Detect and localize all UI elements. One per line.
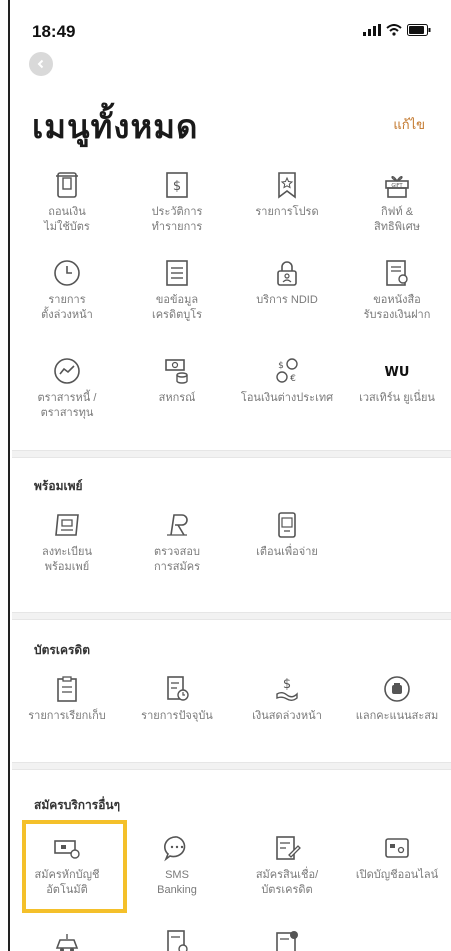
menu-item-label: ถอนเงิน ไม่ใช้บัตร [44, 206, 90, 233]
western-union-logo-text: WU [385, 365, 410, 380]
menu-item-loan-application[interactable]: สมัครสินเชื่อ/ บัตรเครดิต [232, 833, 342, 898]
menu-item-label: แลกคะแนนสะสม [355, 710, 439, 722]
section-title-credit-card: บัตรเครดิต [34, 643, 91, 657]
gift-icon: GIFT [385, 175, 409, 198]
section-divider [12, 762, 451, 770]
document-clock-icon [167, 930, 188, 951]
car-icon [55, 934, 79, 951]
menu-item-favorites[interactable]: รายการโปรด [232, 170, 342, 220]
menu-item-label: ขอหนังสือ รับรองเงินฝาก [363, 294, 431, 321]
menu-item-cardless-withdraw[interactable]: ถอนเงิน ไม่ใช้บัตร [12, 170, 122, 235]
section-divider [12, 612, 451, 620]
status-time: 18:49 [32, 22, 76, 41]
menu-item-promptpay-check[interactable]: ตรวจสอบ การสมัคร [122, 510, 232, 575]
menu-item-redeem-points[interactable]: แลกคะแนนสะสม [342, 674, 451, 724]
promptpay-register-icon [55, 514, 79, 536]
menu-item-label: เงินสดล่วงหน้า [252, 710, 322, 722]
app-screen: 18:49 เมนูทั้งหมด แก้ไข ถอนเงิน ไม่ใช้บั… [12, 0, 451, 951]
battery-icon [407, 24, 431, 36]
menu-item-label: รายการเรียกเก็บ [28, 710, 106, 722]
svg-text:€: € [290, 374, 296, 384]
clock-icon [54, 260, 80, 286]
western-union-icon: WU [385, 365, 410, 380]
menu-item-label: ตราสารหนี้ / ตราสารทุน [37, 392, 97, 419]
menu-item-label: ประวัติการ ทำรายการ [151, 206, 203, 233]
menu-item-open-account-online[interactable]: เปิดบัญชีออนไลน์ [342, 833, 451, 883]
atm-card-icon [56, 172, 78, 198]
signal-icon [363, 24, 381, 36]
current-statement-icon [167, 676, 189, 701]
wifi-icon [386, 24, 402, 36]
status-icons [363, 24, 431, 36]
redeem-points-icon [384, 676, 410, 702]
menu-item-sms-banking[interactable]: SMS Banking [122, 833, 232, 898]
svg-text:GIFT: GIFT [391, 183, 403, 189]
menu-item-label: ลงทะเบียน พร้อมเพย์ [42, 546, 92, 573]
menu-item-scheduled[interactable]: รายการ ตั้งล่วงหน้า [12, 258, 122, 323]
id-lock-icon [277, 261, 297, 286]
loan-apply-icon [276, 836, 301, 860]
menu-item-label: สหกรณ์ [158, 392, 196, 404]
menu-item-label: เวสเทิร์น ยูเนี่ยน [359, 392, 435, 404]
menu-item-label: รายการปัจจุบัน [141, 710, 213, 722]
promptpay-check-icon [167, 514, 188, 536]
menu-item-bonds-equities[interactable]: ตราสารหนี้ / ตราสารทุน [12, 356, 122, 421]
menu-item-current-transactions[interactable]: รายการปัจจุบัน [122, 674, 232, 724]
document-gear-icon [276, 931, 298, 951]
sms-chat-icon [164, 836, 186, 862]
bookmark-star-icon [278, 172, 296, 199]
menu-item-label: รายการ ตั้งล่วงหน้า [41, 294, 93, 321]
svg-text:$: $ [278, 361, 284, 371]
menu-item-label: ตรวจสอบ การสมัคร [154, 546, 200, 573]
document-list-icon [166, 260, 188, 286]
section-title-promptpay: พร้อมเพย์ [34, 479, 83, 493]
menu-item-document-schedule[interactable] [122, 928, 232, 951]
open-account-icon [385, 838, 409, 858]
page-title: เมนูทั้งหมด [32, 108, 199, 145]
menu-item-cooperative[interactable]: สหกรณ์ [122, 356, 232, 406]
menu-item-car-loan[interactable] [12, 928, 122, 951]
chevron-left-icon [37, 59, 44, 69]
coop-money-icon [165, 359, 188, 384]
svg-text:$: $ [173, 179, 181, 194]
status-bar: 18:49 [12, 18, 451, 46]
menu-item-label: บริการ NDID [256, 294, 318, 306]
menu-item-ndid[interactable]: บริการ NDID [232, 258, 342, 308]
menu-item-cash-advance[interactable]: $ เงินสดล่วงหน้า [232, 674, 342, 724]
menu-item-payment-reminder[interactable]: เตือนเพื่อจ่าย [232, 510, 342, 560]
menu-item-label: เตือนเพื่อจ่าย [256, 546, 318, 558]
menu-item-label: เปิดบัญชีออนไลน์ [355, 869, 439, 881]
menu-item-billed-transactions[interactable]: รายการเรียกเก็บ [12, 674, 122, 724]
menu-item-label: ขอข้อมูล เครดิตบูโร [151, 294, 203, 321]
payment-reminder-icon [278, 512, 296, 538]
edit-button[interactable]: แก้ไข [393, 114, 425, 135]
highlight-box [22, 820, 127, 913]
clipboard-icon [57, 676, 77, 702]
menu-item-western-union[interactable]: WU เวสเทิร์น ยูเนี่ยน [342, 356, 451, 406]
section-divider [12, 450, 451, 458]
menu-item-label: รายการโปรด [255, 206, 319, 218]
menu-item-label: สมัครสินเชื่อ/ บัตรเครดิต [255, 869, 319, 896]
menu-item-label: กิฟท์ & สิทธิพิเศษ [374, 206, 420, 233]
left-frame-edge [8, 0, 10, 951]
svg-text:$: $ [283, 677, 291, 692]
section-title-other-services: สมัครบริการอื่นๆ [34, 798, 121, 812]
menu-item-gift-privileges[interactable]: GIFT กิฟท์ & สิทธิพิเศษ [342, 170, 451, 235]
fx-transfer-icon: $€ [276, 358, 298, 384]
menu-item-credit-bureau[interactable]: ขอข้อมูล เครดิตบูโร [122, 258, 232, 323]
menu-item-document-settings[interactable] [232, 928, 342, 951]
menu-item-label: SMS Banking [157, 869, 197, 896]
menu-item-international-transfer[interactable]: $ € โอนเงินต่างประเทศ [232, 356, 342, 406]
chart-circle-icon [54, 358, 80, 384]
menu-item-promptpay-register[interactable]: ลงทะเบียน พร้อมเพย์ [12, 510, 122, 575]
menu-item-transaction-history[interactable]: $ ประวัติการ ทำรายการ [122, 170, 232, 235]
cash-advance-icon: $ [276, 677, 298, 701]
menu-item-label: โอนเงินต่างประเทศ [240, 392, 334, 404]
menu-item-deposit-certificate[interactable]: ขอหนังสือ รับรองเงินฝาก [342, 258, 451, 323]
receipt-dollar-icon: $ [166, 172, 188, 198]
certificate-icon [386, 260, 408, 286]
back-button[interactable] [29, 52, 53, 76]
